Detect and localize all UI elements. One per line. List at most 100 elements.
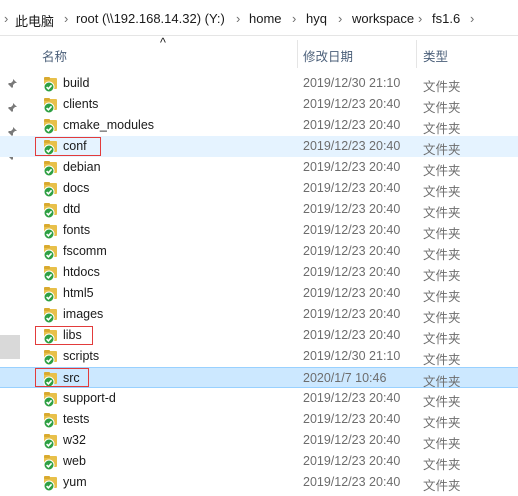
- folder-synced-icon: [43, 117, 59, 135]
- file-date-modified: 2019/12/23 20:40: [303, 181, 401, 195]
- folder-synced-icon: [43, 96, 59, 114]
- file-name: scripts: [63, 349, 100, 363]
- file-date-modified: 2019/12/23 20:40: [303, 97, 401, 111]
- file-date-modified: 2020/1/7 10:46: [303, 371, 387, 385]
- breadcrumb-chevron-icon[interactable]: ›: [4, 11, 8, 26]
- file-name: images: [63, 307, 104, 321]
- sort-ascending-icon: ^: [160, 36, 166, 50]
- folder-synced-icon: [43, 264, 59, 282]
- file-row-clients[interactable]: clients 2019/12/23 20:40 文件夹: [0, 94, 518, 115]
- breadcrumb-home[interactable]: home: [249, 11, 282, 26]
- annotation-highlight-box: [35, 326, 93, 345]
- folder-synced-icon: [43, 222, 59, 240]
- file-row-images[interactable]: images 2019/12/23 20:40 文件夹: [0, 304, 518, 325]
- column-divider[interactable]: [416, 40, 417, 68]
- file-date-modified: 2019/12/23 20:40: [303, 118, 401, 132]
- breadcrumb-separator-icon[interactable]: ›: [338, 11, 342, 26]
- file-type: 文件夹: [423, 206, 461, 220]
- column-header-type[interactable]: 类型: [423, 46, 448, 65]
- file-name: tests: [63, 412, 90, 426]
- folder-synced-icon: [43, 159, 59, 177]
- file-date-modified: 2019/12/30 21:10: [303, 349, 401, 363]
- file-name: web: [63, 454, 86, 468]
- breadcrumb-workspace[interactable]: workspace: [352, 11, 414, 26]
- file-name: debian: [63, 160, 101, 174]
- folder-synced-icon: [43, 285, 59, 303]
- breadcrumb-fs16[interactable]: fs1.6: [432, 11, 460, 26]
- file-type: 文件夹: [423, 164, 461, 178]
- file-name: html5: [63, 286, 94, 300]
- folder-synced-icon: [43, 201, 59, 219]
- breadcrumb-separator-icon[interactable]: ›: [292, 11, 296, 26]
- folder-synced-icon: [43, 432, 59, 450]
- file-date-modified: 2019/12/23 20:40: [303, 433, 401, 447]
- folder-synced-icon: [43, 474, 59, 492]
- file-type: 文件夹: [423, 311, 461, 325]
- file-date-modified: 2019/12/23 20:40: [303, 391, 401, 405]
- breadcrumb: › 此电脑 › root (\\192.168.14.32) (Y:) › ho…: [0, 0, 518, 36]
- file-type: 文件夹: [423, 437, 461, 451]
- file-row-tests[interactable]: tests 2019/12/23 20:40 文件夹: [0, 409, 518, 430]
- file-row-html5[interactable]: html5 2019/12/23 20:40 文件夹: [0, 283, 518, 304]
- file-name: dtd: [63, 202, 81, 216]
- annotation-highlight-box: [35, 368, 89, 387]
- file-row-w32[interactable]: w32 2019/12/23 20:40 文件夹: [0, 430, 518, 451]
- file-row-dtd[interactable]: dtd 2019/12/23 20:40 文件夹: [0, 199, 518, 220]
- file-type: 文件夹: [423, 269, 461, 283]
- annotation-highlight-box: [35, 137, 101, 156]
- column-header-date-modified[interactable]: 修改日期: [303, 46, 353, 65]
- file-name: cmake_modules: [63, 118, 155, 132]
- file-type: 文件夹: [423, 122, 461, 136]
- file-name: yum: [63, 475, 87, 489]
- file-type: 文件夹: [423, 332, 461, 346]
- file-name: docs: [63, 181, 90, 195]
- file-date-modified: 2019/12/23 20:40: [303, 202, 401, 216]
- file-row-cmake-modules[interactable]: cmake_modules 2019/12/23 20:40 文件夹: [0, 115, 518, 136]
- file-name: clients: [63, 97, 99, 111]
- file-name: w32: [63, 433, 86, 447]
- column-header-name[interactable]: 名称: [42, 46, 67, 65]
- folder-synced-icon: [43, 348, 59, 366]
- file-date-modified: 2019/12/23 20:40: [303, 244, 401, 258]
- folder-synced-icon: [43, 306, 59, 324]
- file-row-support-d[interactable]: support-d 2019/12/23 20:40 文件夹: [0, 388, 518, 409]
- breadcrumb-separator-icon[interactable]: ›: [64, 11, 68, 26]
- breadcrumb-separator-icon[interactable]: ›: [236, 11, 240, 26]
- column-divider[interactable]: [297, 40, 298, 68]
- file-date-modified: 2019/12/23 20:40: [303, 160, 401, 174]
- file-name: htdocs: [63, 265, 100, 279]
- file-name: build: [63, 76, 90, 90]
- file-date-modified: 2019/12/23 20:40: [303, 265, 401, 279]
- file-name: support-d: [63, 391, 116, 405]
- file-date-modified: 2019/12/23 20:40: [303, 223, 401, 237]
- breadcrumb-separator-icon[interactable]: ›: [470, 11, 474, 26]
- file-name: fonts: [63, 223, 91, 237]
- file-type: 文件夹: [423, 353, 461, 367]
- file-row-yum[interactable]: yum 2019/12/23 20:40 文件夹: [0, 472, 518, 493]
- file-date-modified: 2019/12/23 20:40: [303, 286, 401, 300]
- file-date-modified: 2019/12/30 21:10: [303, 76, 401, 90]
- file-date-modified: 2019/12/23 20:40: [303, 328, 401, 342]
- breadcrumb-this-pc[interactable]: 此电脑: [15, 11, 54, 30]
- file-row-scripts[interactable]: scripts 2019/12/30 21:10 文件夹: [0, 346, 518, 367]
- file-type: 文件夹: [423, 185, 461, 199]
- file-row-htdocs[interactable]: htdocs 2019/12/23 20:40 文件夹: [0, 262, 518, 283]
- file-row-web[interactable]: web 2019/12/23 20:40 文件夹: [0, 451, 518, 472]
- file-row-build[interactable]: build 2019/12/30 21:10 文件夹: [0, 73, 518, 94]
- folder-synced-icon: [43, 243, 59, 261]
- breadcrumb-separator-icon[interactable]: ›: [418, 11, 422, 26]
- file-date-modified: 2019/12/23 20:40: [303, 412, 401, 426]
- file-type: 文件夹: [423, 101, 461, 115]
- file-row-fonts[interactable]: fonts 2019/12/23 20:40 文件夹: [0, 220, 518, 241]
- file-type: 文件夹: [423, 248, 461, 262]
- file-date-modified: 2019/12/23 20:40: [303, 139, 401, 153]
- file-type: 文件夹: [423, 416, 461, 430]
- file-row-debian[interactable]: debian 2019/12/23 20:40 文件夹: [0, 157, 518, 178]
- file-row-docs[interactable]: docs 2019/12/23 20:40 文件夹: [0, 178, 518, 199]
- file-row-fscomm[interactable]: fscomm 2019/12/23 20:40 文件夹: [0, 241, 518, 262]
- breadcrumb-hyq[interactable]: hyq: [306, 11, 327, 26]
- file-name: fscomm: [63, 244, 107, 258]
- folder-synced-icon: [43, 75, 59, 93]
- breadcrumb-network-drive[interactable]: root (\\192.168.14.32) (Y:): [76, 11, 225, 26]
- file-type: 文件夹: [423, 290, 461, 304]
